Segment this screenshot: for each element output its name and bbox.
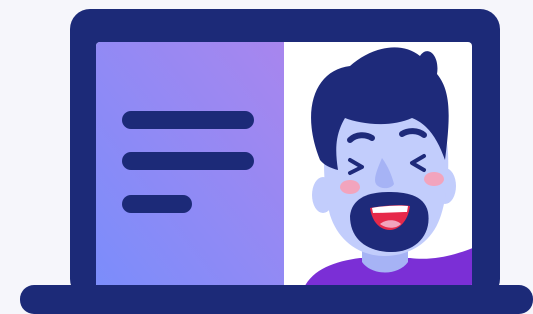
left-cheek	[340, 180, 360, 194]
text-line-1	[122, 111, 254, 129]
laptop-screen	[96, 42, 472, 288]
text-line-2	[122, 152, 254, 170]
illustration-canvas	[0, 0, 533, 314]
text-line-3	[122, 195, 192, 213]
laptop-base	[20, 285, 533, 314]
right-cheek	[424, 172, 444, 186]
laptop-video-call-illustration	[20, 9, 533, 314]
